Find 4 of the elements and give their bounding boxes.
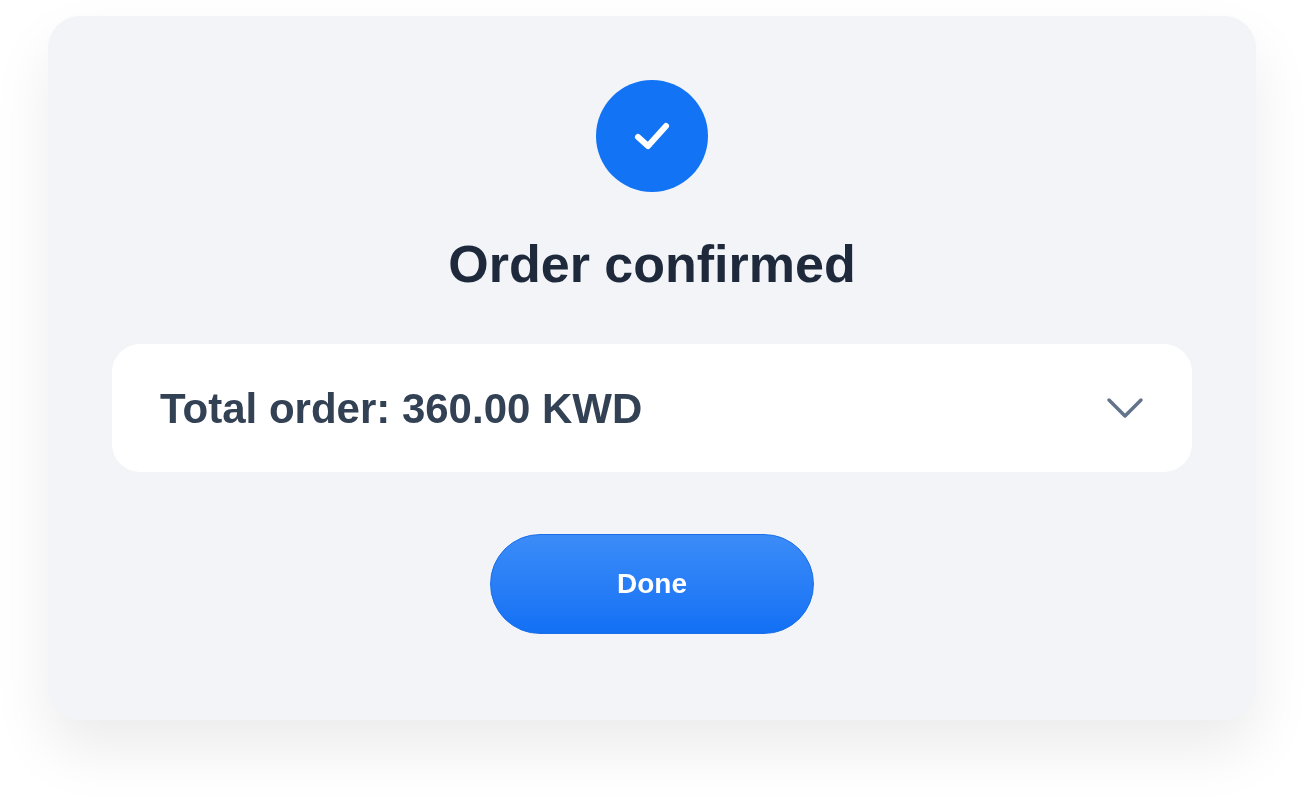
done-button[interactable]: Done	[490, 534, 814, 634]
dialog-title: Order confirmed	[448, 234, 856, 295]
chevron-icon	[1106, 396, 1144, 420]
order-total-dropdown[interactable]: Total order: 360.00 KWD	[112, 344, 1192, 472]
